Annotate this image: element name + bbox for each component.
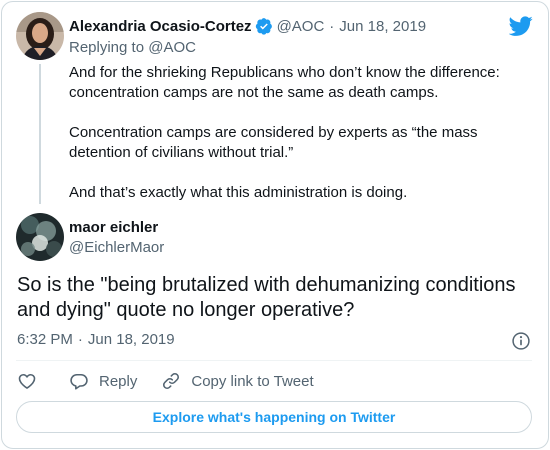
avatar-photo [16, 12, 64, 60]
parent-tweet-text: And for the shrieking Republicans who do… [69, 63, 529, 203]
reply-bubble-icon [70, 373, 88, 390]
tweet-date[interactable]: Jun 18, 2019 [339, 18, 426, 35]
reply-button[interactable]: Reply [69, 371, 137, 391]
tweet-paragraph: And for the shrieking Republicans who do… [69, 64, 500, 101]
separator-dot: · [329, 17, 335, 35]
author-handle[interactable]: @AOC [277, 18, 325, 35]
copy-link-button[interactable]: Copy link to Tweet [161, 371, 314, 391]
tweet-time[interactable]: 6:32 PM [17, 331, 73, 348]
parent-tweet-header: Alexandria Ocasio-Cortez @AOC · Jun 18, … [69, 16, 426, 36]
replying-prefix: Replying to [69, 39, 145, 56]
author-name[interactable]: Alexandria Ocasio-Cortez [69, 18, 252, 35]
verified-badge-icon [255, 18, 272, 35]
tweet-paragraph: Concentration camps are considered by ex… [69, 124, 478, 161]
avatar[interactable] [16, 213, 64, 261]
copy-link-label: Copy link to Tweet [191, 372, 314, 390]
avatar[interactable] [16, 12, 64, 60]
like-button[interactable] [17, 371, 37, 391]
author-name[interactable]: maor eichler [69, 219, 158, 236]
replying-to: Replying to @AOC [69, 39, 196, 56]
separator-dot: · [77, 331, 83, 348]
thread-line [39, 64, 41, 204]
divider [16, 360, 532, 361]
author-handle[interactable]: @EichlerMaor [69, 239, 164, 256]
info-icon[interactable] [511, 331, 531, 351]
heart-icon [18, 373, 36, 389]
link-icon [163, 373, 180, 389]
reply-label: Reply [99, 372, 138, 390]
tweet-actions: Reply Copy link to Tweet [17, 370, 314, 392]
replying-handle-link[interactable]: @AOC [148, 39, 196, 56]
twitter-bird-icon[interactable] [509, 14, 533, 38]
tweet-timestamp[interactable]: 6:32 PM · Jun 18, 2019 [17, 331, 175, 348]
avatar-photo [16, 213, 64, 261]
explore-twitter-button[interactable]: Explore what's happening on Twitter [16, 401, 532, 433]
tweet-paragraph: And that’s exactly what this administrat… [69, 184, 408, 201]
tweet-text: So is the "being brutalized with dehuman… [17, 274, 516, 321]
tweet-date[interactable]: Jun 18, 2019 [88, 331, 175, 348]
